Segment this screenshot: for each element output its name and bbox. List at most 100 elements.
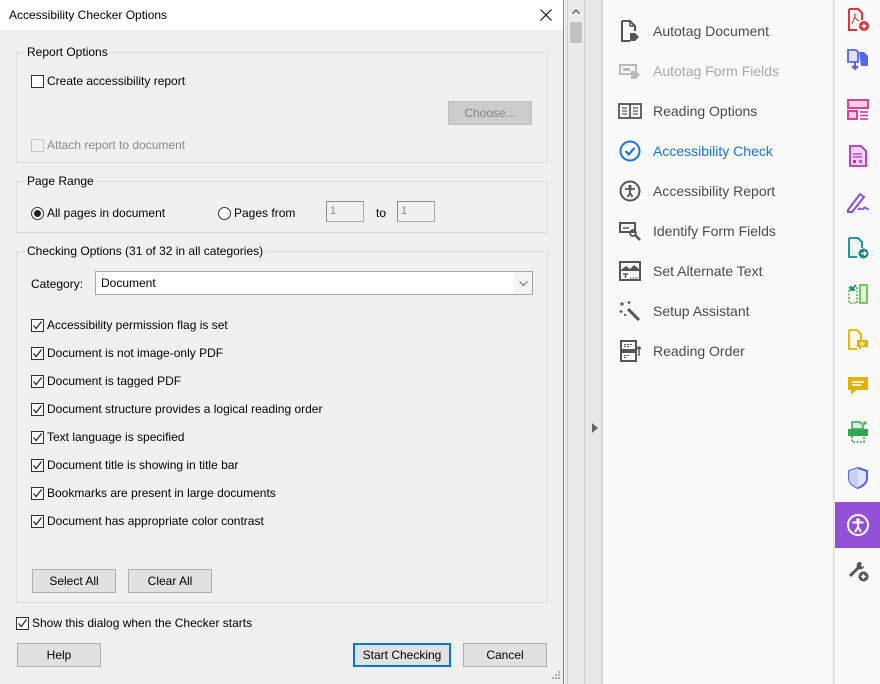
page-from-input[interactable]: 1 xyxy=(326,201,364,222)
checking-option-checkbox[interactable] xyxy=(31,374,44,388)
chevron-down-icon[interactable] xyxy=(514,272,532,294)
checking-option-item[interactable]: Document has appropriate color contrast xyxy=(31,514,264,528)
checkmark-icon xyxy=(33,432,42,441)
tool-identify-form-fields[interactable]: Identify Form Fields xyxy=(617,217,776,245)
more-tools-icon xyxy=(848,562,868,582)
organize-pages-icon xyxy=(846,99,869,120)
checking-option-label: Document structure provides a logical re… xyxy=(47,402,323,416)
tools-rail xyxy=(835,0,880,684)
attach-report-checkbox[interactable]: Attach report to document xyxy=(31,138,185,152)
rail-edit-pdf[interactable] xyxy=(835,136,880,176)
rail-comment[interactable] xyxy=(835,366,880,406)
rail-more-tools[interactable] xyxy=(835,551,880,591)
checkmark-icon xyxy=(33,516,42,525)
identify-form-fields-icon xyxy=(617,218,643,244)
export-pdf-icon xyxy=(846,49,868,71)
checking-option-item[interactable]: Document is not image-only PDF xyxy=(31,346,223,360)
checkmark-icon xyxy=(33,404,42,413)
checking-option-checkbox[interactable] xyxy=(31,486,44,500)
vertical-scrollbar[interactable] xyxy=(567,0,585,684)
checking-option-checkbox[interactable] xyxy=(31,430,44,444)
fill-sign-icon xyxy=(846,192,869,213)
clear-all-button[interactable]: Clear All xyxy=(128,569,212,593)
create-report-checkbox-box[interactable] xyxy=(31,74,44,88)
rail-create-pdf[interactable] xyxy=(835,0,880,40)
close-button[interactable] xyxy=(535,4,557,26)
checking-option-item[interactable]: Bookmarks are present in large documents xyxy=(31,486,276,500)
tool-autotag-document[interactable]: Autotag Document xyxy=(617,17,769,45)
rail-accessibility[interactable] xyxy=(835,502,880,548)
checking-option-checkbox[interactable] xyxy=(31,514,44,528)
rail-comment-doc[interactable] xyxy=(835,320,880,360)
tool-accessibility-report[interactable]: Accessibility Report xyxy=(617,177,775,205)
tool-set-alternate-text[interactable]: Set Alternate Text xyxy=(617,257,762,285)
tool-setup-assistant[interactable]: Setup Assistant xyxy=(617,297,750,325)
pages-from-radio[interactable]: Pages from xyxy=(218,206,295,220)
dialog-title: Accessibility Checker Options xyxy=(9,8,168,22)
checking-options-group: Checking Options (31 of 32 in all catego… xyxy=(16,244,548,603)
rail-fill-sign[interactable] xyxy=(835,182,880,222)
all-pages-radio-circle[interactable] xyxy=(31,206,44,220)
help-button[interactable]: Help xyxy=(17,643,101,667)
tool-autotag-form-fields[interactable]: Autotag Form Fields xyxy=(617,57,779,85)
resize-grip-icon[interactable] xyxy=(550,671,560,681)
collapse-panel-button[interactable] xyxy=(588,418,602,438)
tool-label: Reading Options xyxy=(653,103,758,119)
scrollbar-thumb[interactable] xyxy=(570,22,582,43)
tool-label: Identify Form Fields xyxy=(653,223,776,239)
tool-label: Autotag Form Fields xyxy=(653,63,780,79)
checking-option-label: Bookmarks are present in large documents xyxy=(47,486,276,500)
tool-label: Reading Order xyxy=(653,343,745,359)
checking-option-item[interactable]: Document is tagged PDF xyxy=(31,374,181,388)
rail-organize-pages[interactable] xyxy=(835,90,880,130)
category-select[interactable]: Document xyxy=(95,271,533,295)
accessibility-report-icon xyxy=(617,178,643,204)
checking-option-checkbox[interactable] xyxy=(31,318,44,332)
checking-option-item[interactable]: Accessibility permission flag is set xyxy=(31,318,228,332)
select-all-button[interactable]: Select All xyxy=(32,569,116,593)
rail-compare[interactable] xyxy=(835,274,880,314)
checking-option-label: Document has appropriate color contrast xyxy=(47,514,264,528)
choose-button[interactable]: Choose... xyxy=(448,101,532,125)
cancel-button[interactable]: Cancel xyxy=(463,643,547,667)
all-pages-label: All pages in document xyxy=(47,206,166,220)
checking-option-item[interactable]: Document title is showing in title bar xyxy=(31,458,238,472)
checking-options-legend: Checking Options (31 of 32 in all catego… xyxy=(25,244,266,258)
checking-option-label: Text language is specified xyxy=(47,430,185,444)
create-pdf-icon xyxy=(847,8,869,31)
rail-export-pdf[interactable] xyxy=(835,40,880,80)
all-pages-radio[interactable]: All pages in document xyxy=(31,206,165,220)
pages-from-label: Pages from xyxy=(234,206,296,220)
checking-option-checkbox[interactable] xyxy=(31,458,44,472)
checking-option-item[interactable]: Document structure provides a logical re… xyxy=(31,402,322,416)
page-to-input[interactable]: 1 xyxy=(397,201,435,222)
tool-label: Set Alternate Text xyxy=(653,263,763,279)
attach-report-checkbox-box[interactable] xyxy=(31,138,44,152)
set-alternate-text-icon xyxy=(617,258,643,284)
pages-from-radio-circle[interactable] xyxy=(218,206,231,220)
rail-protect[interactable] xyxy=(835,458,880,498)
checking-option-checkbox[interactable] xyxy=(31,346,44,360)
show-dialog-checkbox-box[interactable] xyxy=(16,616,29,630)
start-checking-button[interactable]: Start Checking xyxy=(353,643,451,667)
rail-print-production[interactable] xyxy=(835,412,880,452)
create-report-label: Create accessibility report xyxy=(47,74,186,88)
tool-reading-options[interactable]: Reading Options xyxy=(617,97,757,125)
compare-icon xyxy=(847,284,868,304)
checking-option-checkbox[interactable] xyxy=(31,402,44,416)
create-report-checkbox[interactable]: Create accessibility report xyxy=(31,74,185,88)
rail-send-for-review[interactable] xyxy=(835,228,880,268)
scroll-up-button[interactable] xyxy=(568,4,584,18)
checking-option-item[interactable]: Text language is specified xyxy=(31,430,184,444)
show-dialog-label: Show this dialog when the Checker starts xyxy=(32,616,253,630)
report-options-legend: Report Options xyxy=(25,45,110,59)
checkmark-icon xyxy=(33,320,42,329)
tool-reading-order[interactable]: Reading Order xyxy=(617,337,745,365)
chevron-up-icon xyxy=(572,8,580,14)
to-label: to xyxy=(376,206,387,220)
tool-accessibility-check[interactable]: Accessibility Check xyxy=(617,137,773,165)
tool-label: Setup Assistant xyxy=(653,303,750,319)
category-select-value: Document xyxy=(101,276,156,290)
accessibility-check-icon xyxy=(617,138,643,164)
show-dialog-checkbox[interactable]: Show this dialog when the Checker starts xyxy=(16,616,252,630)
